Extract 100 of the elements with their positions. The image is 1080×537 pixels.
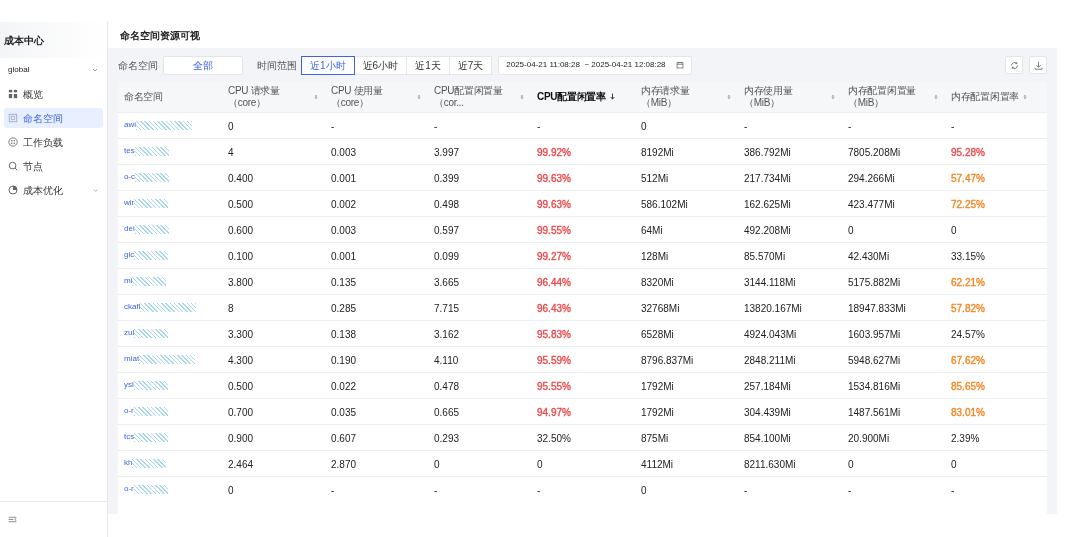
- table-cell: 492.208Mi: [744, 225, 791, 236]
- table-cell: 4112Mi: [641, 459, 674, 470]
- date-range-field[interactable]: 2025-04-21 11:08:28 ~ 2025-04-21 12:08:28: [498, 55, 692, 75]
- table-cell: 85.570Mi: [744, 251, 786, 262]
- table-cell: 95.83%: [537, 329, 571, 340]
- namespace-link[interactable]: o-c: [124, 171, 136, 183]
- table-cell: 83.01%: [951, 407, 985, 418]
- menu-collapse-icon: [8, 515, 17, 524]
- table-cell: 1792Mi: [641, 407, 674, 418]
- table-cell: 128Mi: [641, 251, 669, 262]
- nav-item[interactable]: 节点: [4, 156, 103, 176]
- table-cell: 0.138: [331, 329, 357, 340]
- calendar-icon: [675, 61, 684, 69]
- table-cell: 64Mi: [641, 225, 663, 236]
- namespace-link[interactable]: wir: [124, 197, 135, 209]
- table-cell: 512Mi: [641, 173, 669, 184]
- download-icon: [1033, 60, 1043, 70]
- column-header[interactable]: CPU配置闲置量（cor...: [434, 84, 516, 109]
- table-cell: 1792Mi: [641, 381, 674, 392]
- namespace-link[interactable]: mi: [124, 275, 133, 287]
- table-cell: 854.100Mi: [744, 433, 791, 444]
- table-cell: 95.55%: [537, 381, 571, 392]
- table-cell: 257.184Mi: [744, 381, 791, 392]
- table-cell: 3.997: [434, 147, 460, 158]
- table-cell: 1487.561Mi: [848, 407, 901, 418]
- table-cell: 0: [537, 459, 543, 470]
- table-cell: 0: [848, 459, 854, 470]
- table-cell: 0.022: [331, 381, 357, 392]
- table-cell: 18947.833Mi: [848, 303, 906, 314]
- nav-item[interactable]: 成本优化: [4, 180, 103, 200]
- nav-item[interactable]: 工作负载: [4, 132, 103, 152]
- table-cell: 3.800: [228, 277, 254, 288]
- table-cell: 0: [434, 459, 440, 470]
- table-cell: -: [331, 121, 335, 132]
- table-cell: 5948.627Mi: [848, 355, 901, 366]
- table-cell: 0.478: [434, 381, 460, 392]
- table-cell: 24.57%: [951, 329, 985, 340]
- table-cell: 423.477Mi: [848, 199, 895, 210]
- table-cell: 62.21%: [951, 277, 985, 288]
- column-header[interactable]: CPU 使用量（core）: [331, 84, 413, 109]
- table-cell: 304.439Mi: [744, 407, 791, 418]
- download-button[interactable]: [1029, 56, 1047, 74]
- namespace-link[interactable]: awi: [124, 119, 136, 131]
- namespace-link[interactable]: miat: [124, 353, 140, 365]
- table-cell: 0.607: [331, 433, 357, 444]
- time-range-tab[interactable]: 近7天: [448, 55, 493, 75]
- table-cell: 8: [228, 303, 234, 314]
- table-cell: 5175.882Mi: [848, 277, 901, 288]
- table-cell: 0.002: [331, 199, 357, 210]
- table-cell: 7805.208Mi: [848, 147, 901, 158]
- namespace-link[interactable]: ysl: [124, 379, 134, 391]
- column-header[interactable]: CPU 请求量（core）: [228, 84, 310, 109]
- table-cell: 95.28%: [951, 147, 985, 158]
- table-cell: 13820.167Mi: [744, 303, 802, 314]
- table-cell: 8796.837Mi: [641, 355, 694, 366]
- cluster-select[interactable]: global: [4, 60, 103, 80]
- table-cell: -: [744, 121, 748, 132]
- table-cell: 0.293: [434, 433, 460, 444]
- time-range-tab[interactable]: 近1天: [406, 55, 450, 75]
- table-cell: 2848.211Mi: [744, 355, 796, 366]
- table-cell: 217.734Mi: [744, 173, 791, 184]
- namespace-link[interactable]: zul: [124, 327, 135, 339]
- namespace-link[interactable]: tes: [124, 145, 135, 157]
- circle-dots-icon: [8, 137, 18, 147]
- table-cell: 0.700: [228, 407, 254, 418]
- column-header[interactable]: 内存请求量（MiB）: [641, 84, 723, 109]
- table-cell: 4.300: [228, 355, 254, 366]
- column-header[interactable]: 内存配置闲置量（MiB）: [848, 84, 930, 109]
- namespace-link[interactable]: o-r: [124, 405, 134, 417]
- table-cell: 0.135: [331, 277, 357, 288]
- table-cell: -: [434, 485, 438, 497]
- namespace-link[interactable]: o-r: [124, 483, 134, 496]
- table-cell: 32768Mi: [641, 303, 680, 314]
- table-cell: 0: [641, 485, 647, 497]
- time-range-tab[interactable]: 近1小时: [301, 55, 355, 75]
- time-range-tab[interactable]: 近6小时: [353, 55, 408, 75]
- nav-item[interactable]: 命名空间: [4, 108, 103, 128]
- table-cell: 3144.118Mi: [744, 277, 796, 288]
- table-cell: 586.102Mi: [641, 199, 688, 210]
- table-cell: 72.25%: [951, 199, 985, 210]
- nav-item[interactable]: 概览: [4, 84, 103, 104]
- table-cell: -: [331, 485, 335, 497]
- page-title: 命名空间资源可视: [120, 28, 200, 43]
- namespace-link[interactable]: dei: [124, 223, 135, 235]
- column-header[interactable]: CPU配置闲置率: [537, 90, 606, 103]
- filter-label: 命名空间: [118, 58, 158, 73]
- table-cell: 0.099: [434, 251, 460, 262]
- table-cell: 0.400: [228, 173, 254, 184]
- column-header[interactable]: 内存使用量（MiB）: [744, 84, 827, 109]
- column-header[interactable]: 内存配置闲置率: [951, 90, 1019, 103]
- namespace-link[interactable]: ckafl: [124, 301, 141, 313]
- table-cell: 20.900Mi: [848, 433, 890, 444]
- table-cell: -: [848, 485, 852, 497]
- namespace-link[interactable]: kh: [124, 457, 133, 469]
- namespace-link[interactable]: tcs: [124, 431, 135, 443]
- namespace-select[interactable]: 全部: [163, 55, 243, 75]
- table-cell: 0.001: [331, 173, 357, 184]
- table-cell: 0.900: [228, 433, 254, 444]
- namespace-link[interactable]: glc: [124, 249, 135, 261]
- refresh-button[interactable]: [1005, 56, 1023, 74]
